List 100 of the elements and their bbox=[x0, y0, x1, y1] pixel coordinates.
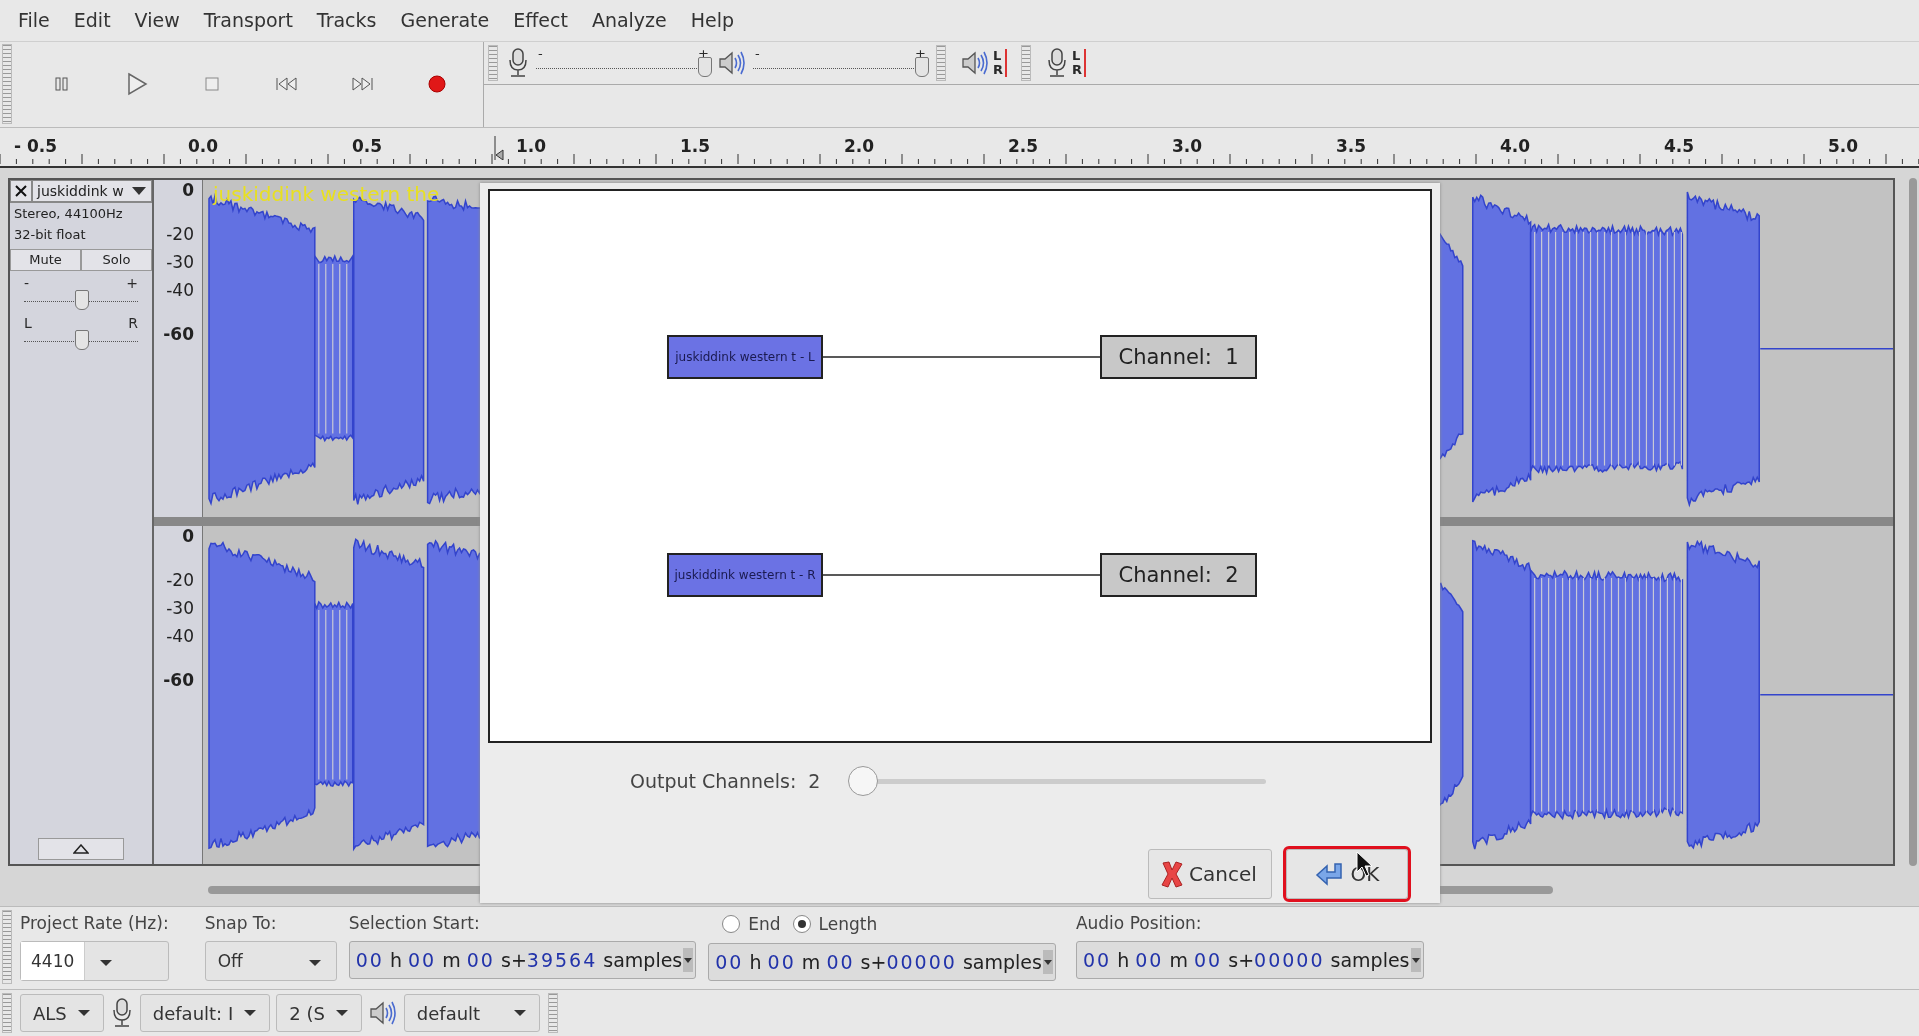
speaker-icon bbox=[367, 999, 398, 1027]
ruler-label: 3.5 bbox=[1336, 135, 1367, 156]
ruler-label: 4.5 bbox=[1664, 135, 1695, 156]
max-mark: + bbox=[126, 274, 138, 291]
pan-right-label: R bbox=[128, 314, 138, 331]
channels-dropdown[interactable]: 2 (S bbox=[276, 994, 362, 1032]
playback-device-dropdown[interactable]: default bbox=[403, 994, 540, 1032]
pan-left-label: L bbox=[24, 314, 32, 331]
enter-arrow-icon bbox=[1314, 862, 1345, 886]
caret-icon bbox=[131, 185, 147, 196]
caret-icon bbox=[243, 1009, 258, 1017]
time-field[interactable]: 00 h 00 m 00 s+00000 samples bbox=[708, 943, 1056, 982]
field-label: Audio Position: bbox=[1075, 913, 1203, 934]
playhead-icon bbox=[494, 135, 504, 160]
time-field[interactable]: 00 h 00 m 00 s+39564 samples bbox=[348, 941, 697, 980]
ruler-label: 0.0 bbox=[188, 135, 219, 156]
menu-item[interactable]: Tracks bbox=[306, 5, 387, 36]
meter-label: R bbox=[1072, 62, 1087, 77]
close-button[interactable] bbox=[10, 179, 32, 202]
toolbar-grip[interactable] bbox=[2, 910, 12, 985]
gain-slider-thumb[interactable] bbox=[75, 289, 89, 310]
input-channel-node[interactable]: juskiddink western t - L bbox=[667, 335, 823, 379]
track-name-dropdown[interactable]: juskiddink w bbox=[32, 179, 152, 202]
toolbar-grip[interactable] bbox=[547, 993, 558, 1033]
scale-label: -30 bbox=[166, 251, 194, 272]
slider-thumb[interactable] bbox=[698, 56, 712, 77]
field-label: Selection Start: bbox=[348, 913, 481, 934]
time-field[interactable]: 00 h 00 m 00 s+00000 samples bbox=[1075, 941, 1424, 980]
caret-icon bbox=[512, 1009, 527, 1017]
solo-button[interactable]: Solo bbox=[81, 248, 152, 271]
scale-label: -20 bbox=[166, 223, 194, 244]
caret-icon bbox=[99, 959, 114, 968]
scale-label: 0 bbox=[182, 526, 194, 547]
min-mark: - bbox=[755, 45, 760, 61]
scale-label: -20 bbox=[166, 570, 194, 591]
host-dropdown[interactable]: ALS bbox=[20, 994, 104, 1032]
skip-to-end-icon bbox=[350, 76, 374, 93]
microphone-icon bbox=[1045, 46, 1069, 79]
caret-icon bbox=[1042, 958, 1053, 966]
caret-icon bbox=[683, 956, 694, 964]
vertical-scrollbar[interactable] bbox=[1909, 177, 1917, 866]
output-channels-label: Output Channels: bbox=[630, 770, 797, 792]
microphone-icon bbox=[506, 46, 530, 79]
menu-item[interactable]: Analyze bbox=[581, 5, 677, 36]
radio-option[interactable]: Length bbox=[792, 914, 878, 935]
toolbar-grip[interactable] bbox=[488, 44, 498, 81]
record-icon bbox=[427, 74, 447, 95]
caret-icon bbox=[307, 959, 322, 968]
scale-label: 0 bbox=[182, 179, 194, 200]
ruler-label: 3.0 bbox=[1172, 135, 1203, 156]
field-label: Snap To: bbox=[204, 913, 278, 934]
caret-icon bbox=[76, 1009, 91, 1017]
skip-to-start-icon bbox=[275, 76, 299, 93]
ruler-label: - 0.5 bbox=[14, 135, 58, 156]
scale-label: -40 bbox=[166, 626, 194, 647]
output-channel-node[interactable]: Channel: 2 bbox=[1100, 553, 1257, 597]
output-channels-value: 2 bbox=[808, 770, 821, 792]
slider-thumb[interactable] bbox=[915, 56, 929, 77]
toolbar-grip[interactable] bbox=[2, 993, 12, 1033]
up-triangle-icon bbox=[73, 843, 89, 854]
collapse-button[interactable] bbox=[38, 837, 124, 860]
radio-option[interactable]: End bbox=[722, 914, 781, 935]
scale-label: -40 bbox=[166, 279, 194, 300]
ruler-label: 4.0 bbox=[1500, 135, 1531, 156]
slider-thumb[interactable] bbox=[848, 766, 879, 796]
ruler-label: 1.5 bbox=[680, 135, 711, 156]
mute-button[interactable]: Mute bbox=[10, 248, 81, 271]
play-icon bbox=[126, 72, 148, 97]
input-channel-node[interactable]: juskiddink western t - R bbox=[667, 553, 823, 597]
menu-item[interactable]: Transport bbox=[193, 5, 303, 36]
x-icon bbox=[1161, 860, 1183, 888]
pause-icon bbox=[54, 76, 70, 93]
snap-dropdown[interactable]: Off bbox=[204, 941, 337, 982]
toolbar-grip[interactable] bbox=[2, 44, 12, 125]
ruler-label: 0.5 bbox=[352, 135, 383, 156]
output-channel-node[interactable]: Channel: 1 bbox=[1100, 335, 1257, 379]
menu-item[interactable]: File bbox=[8, 5, 60, 36]
scale-label: -60 bbox=[163, 670, 194, 691]
meter-label: L bbox=[1072, 48, 1087, 63]
menu-item[interactable]: Help bbox=[680, 5, 745, 36]
project-rate-combo[interactable]: 4410 bbox=[20, 941, 169, 982]
menu-item[interactable]: Generate bbox=[390, 5, 500, 36]
scale-label: -60 bbox=[163, 323, 194, 344]
pan-slider-thumb[interactable] bbox=[75, 329, 89, 350]
menu-item[interactable]: Edit bbox=[63, 5, 121, 36]
cancel-button[interactable]: Cancel bbox=[1148, 849, 1272, 899]
min-mark: - bbox=[24, 274, 30, 291]
ruler-label: 2.0 bbox=[844, 135, 875, 156]
track-info: Stereo, 44100Hz bbox=[13, 204, 124, 223]
toolbar-grip[interactable] bbox=[1021, 44, 1031, 81]
ruler-label: 5.0 bbox=[1828, 135, 1859, 156]
ruler-label: 1.0 bbox=[516, 135, 547, 156]
toolbar-grip[interactable] bbox=[936, 44, 946, 81]
close-icon bbox=[15, 184, 27, 197]
stop-icon bbox=[204, 76, 220, 93]
recording-device-dropdown[interactable]: default: I bbox=[139, 994, 271, 1032]
min-mark: - bbox=[538, 45, 543, 61]
ruler-label: 2.5 bbox=[1008, 135, 1039, 156]
menu-item[interactable]: View bbox=[124, 5, 190, 36]
menu-item[interactable]: Effect bbox=[503, 5, 578, 36]
